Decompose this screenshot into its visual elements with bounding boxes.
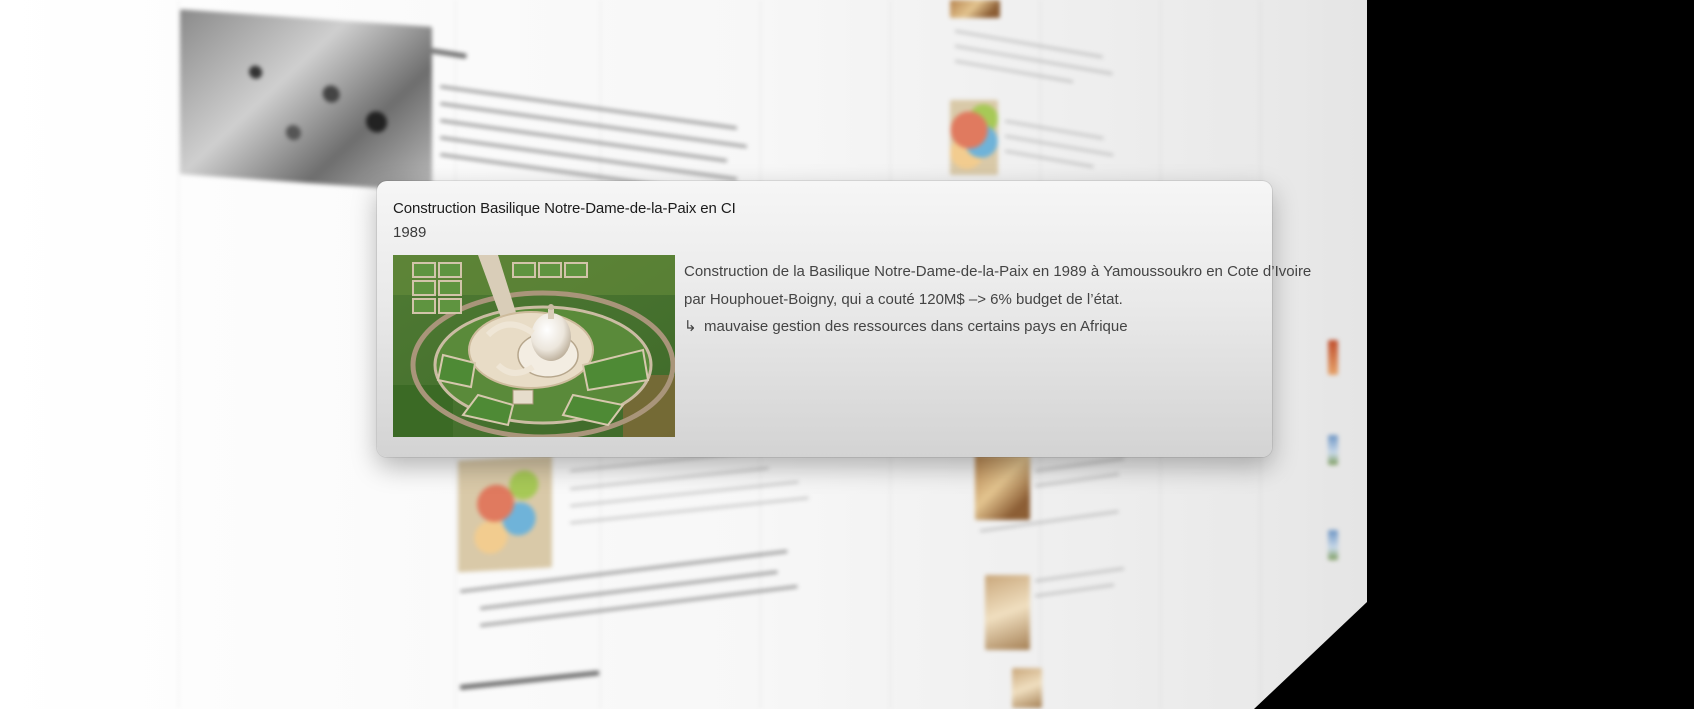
column-divider bbox=[178, 0, 179, 709]
bg-photo bbox=[1328, 530, 1338, 560]
bg-text-line bbox=[479, 570, 778, 610]
bg-photo bbox=[180, 9, 432, 192]
bg-text-line bbox=[1034, 473, 1120, 487]
bg-text-line bbox=[1004, 120, 1104, 140]
bg-text-line bbox=[954, 45, 1113, 75]
basilica-aerial-image bbox=[393, 255, 675, 437]
bg-photo bbox=[1328, 340, 1338, 375]
return-arrow-icon: ↳ bbox=[684, 318, 697, 335]
basilica-aerial-illustration bbox=[393, 255, 675, 437]
bg-text-line bbox=[1034, 457, 1125, 472]
description-line: Construction de la Basilique Notre-Dame-… bbox=[684, 263, 1312, 280]
event-year: 1989 bbox=[393, 224, 427, 241]
bg-photo bbox=[1012, 668, 1042, 708]
bg-text-line bbox=[1034, 567, 1125, 582]
bg-photo bbox=[985, 575, 1030, 650]
bg-photo bbox=[950, 100, 998, 175]
bg-text-line bbox=[1034, 583, 1115, 597]
bg-photo bbox=[975, 455, 1030, 520]
event-title: Construction Basilique Notre-Dame-de-la-… bbox=[393, 200, 736, 217]
description-line: ↳ mauvaise gestion des ressources dans ce… bbox=[684, 313, 1254, 341]
event-description: Construction de la Basilique Notre-Dame-… bbox=[684, 258, 1312, 341]
description-line: par Houphouet-Boigny, qui a couté 120M$ … bbox=[684, 290, 1123, 308]
bg-photo bbox=[950, 0, 1000, 18]
bg-text-line bbox=[479, 585, 798, 627]
bg-photo bbox=[458, 455, 552, 573]
event-popover-card[interactable]: Construction Basilique Notre-Dame-de-la-… bbox=[377, 181, 1312, 457]
description-line-text: mauvaise gestion des ressources dans cer… bbox=[704, 318, 1128, 335]
bg-text-line bbox=[1004, 150, 1094, 168]
bg-heading bbox=[459, 670, 600, 690]
bg-photo bbox=[1328, 435, 1338, 465]
bg-text-line bbox=[954, 30, 1103, 59]
